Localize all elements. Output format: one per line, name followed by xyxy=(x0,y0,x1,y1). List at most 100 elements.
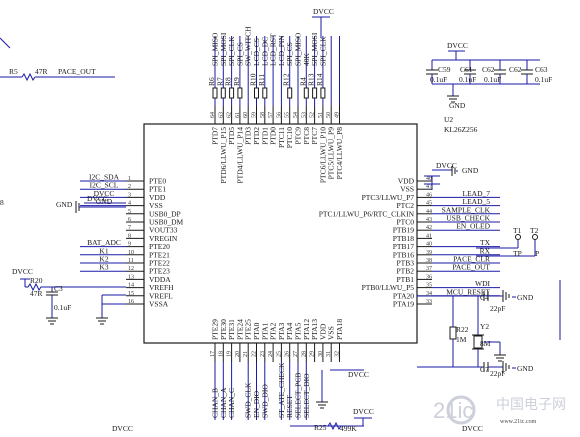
watermark: 21ic 中国电子网 www.21ic.com xyxy=(433,395,566,425)
r5-ref: R5 xyxy=(9,67,18,76)
right-pin-number: 48 xyxy=(426,176,432,182)
r5-net: PACE_OUT xyxy=(58,67,96,76)
c63-ref: C63 xyxy=(535,65,548,74)
left-pin-number: 4 xyxy=(128,201,131,207)
right-pin-number: 36 xyxy=(426,274,432,280)
top-pin-number: 62 xyxy=(227,112,233,118)
right-net-label: EN_OLED xyxy=(456,222,490,231)
left-pin-number: 9 xyxy=(128,242,131,248)
bottom-pin-number: 28 xyxy=(301,351,307,357)
c61-value: 0.1uF xyxy=(459,75,476,84)
left-pin-number: 2 xyxy=(128,184,131,190)
c62-dup-ref: C62 xyxy=(509,65,522,74)
c7-ref: C7 xyxy=(480,365,489,374)
left-pin-number: 11 xyxy=(128,258,134,264)
right-pin-name: PTA19 xyxy=(393,300,414,309)
top-net-label: SPI_CLK xyxy=(318,36,327,66)
r5-group: R5 47R PACE_OUT xyxy=(0,67,115,82)
c62-ref: C62 xyxy=(482,65,495,74)
bottom-pin-number: 29 xyxy=(310,351,316,357)
top-pin-number: 51 xyxy=(318,112,324,118)
left-pin-number: 12 xyxy=(128,266,134,272)
y2-value: 8M xyxy=(480,339,491,348)
edge-wire xyxy=(0,37,11,49)
mcu-body xyxy=(143,123,418,344)
bottom-pin-number: 26 xyxy=(285,351,291,357)
bottom-net-label: SELECT_DIO xyxy=(302,373,311,418)
r25-ref: R25 xyxy=(314,423,327,432)
left-pin-number: 1 xyxy=(128,176,131,182)
bottom-pin-number: 32 xyxy=(335,351,341,357)
right-pin-number: 42 xyxy=(426,225,432,231)
top-dvcc-label: DVCC xyxy=(313,7,334,16)
bottom-dvcc: DVCC xyxy=(348,370,369,379)
left-pin-number: 7 xyxy=(128,225,131,231)
right-pin-number: 43 xyxy=(426,217,432,223)
top-res-ref: R9 xyxy=(232,77,241,86)
right-pin-number: 45 xyxy=(426,201,432,207)
r5-value: 47R xyxy=(35,67,48,76)
bottom-right-dvcc: DVCC xyxy=(462,424,483,433)
right-pin-number: 40 xyxy=(426,242,432,248)
left-pin-number: 10 xyxy=(128,250,134,256)
right-pin-number: 33 xyxy=(426,299,432,305)
watermark-url: www.21ic.com xyxy=(500,419,537,425)
right-net-label: PACE_OUT xyxy=(452,263,490,272)
r20-value: 47R xyxy=(30,289,43,298)
right-dvcc: DVCC xyxy=(436,161,457,170)
right-pin-number: 39 xyxy=(426,250,432,256)
r22-value: 1M xyxy=(456,335,467,344)
right-gnd: GND xyxy=(462,166,479,175)
top-pin-number: 58 xyxy=(260,112,266,118)
left-pin-number: 14 xyxy=(128,283,134,289)
left-gnd: GND xyxy=(56,200,73,209)
top-pin-number: 50 xyxy=(326,112,332,118)
r22-ref: R22 xyxy=(456,325,469,334)
c62-value: 0.1uF xyxy=(484,75,501,84)
watermark-logo: 21ic xyxy=(433,398,473,423)
tp-p: P xyxy=(535,249,539,258)
top-pin-number: 63 xyxy=(218,112,224,118)
left-pin-name: VSSA xyxy=(149,300,169,309)
left-pin-number: 5 xyxy=(128,209,131,215)
top-res-ref: R14 xyxy=(315,73,324,86)
top-pin-number: 60 xyxy=(243,112,249,118)
top-pin-number: 49 xyxy=(335,112,341,118)
right-pin-number: 37 xyxy=(426,266,432,272)
chip-ref: U2 xyxy=(444,115,453,124)
top-pin-number: 61 xyxy=(235,112,241,118)
tp-t2: T2 xyxy=(530,226,539,235)
left-circuit: DVCC GND DVCC R20 47R C3 0.1uF xyxy=(12,194,126,325)
tp-tp: TP xyxy=(513,249,522,258)
tp-t1: T1 xyxy=(513,226,522,235)
top-pin-name: PTC4/LLWU_P8 xyxy=(335,127,344,180)
bottom-net-label: CHAN_C xyxy=(227,388,236,418)
c4-gnd: GND xyxy=(517,293,534,302)
c3-ref: C3 xyxy=(54,284,63,293)
cap-bank-gnd: GND xyxy=(449,101,466,110)
schematic-canvas: R5 47R PACE_OUT 8 U2 KL26Z256 1 PTE0I2C_S… xyxy=(0,7,566,433)
left-dvcc: DVCC xyxy=(87,194,108,203)
top-pin-number: 56 xyxy=(276,112,282,118)
top-pin-number: 52 xyxy=(310,112,316,118)
crystal-circuit: C4 22pF GND R22 1M Y2 8M C7 22pF GND xyxy=(417,280,561,378)
r25-value: 499K xyxy=(340,424,357,433)
top-pin-number: 54 xyxy=(293,112,299,118)
bottom-pin-number: 31 xyxy=(326,351,332,357)
cap-bank-dvcc: DVCC xyxy=(447,41,468,50)
watermark-cn: 中国电子网 xyxy=(496,396,566,412)
c63-value: 0.1uF xyxy=(535,75,552,84)
top-res-ref: R11 xyxy=(257,74,266,86)
right-pin-number: 46 xyxy=(426,192,432,198)
c59-value: 0.1uF xyxy=(430,75,447,84)
left-net-label: K3 xyxy=(99,263,108,272)
c4-ref: C4 xyxy=(480,293,489,302)
left-pin-number: 6 xyxy=(128,217,131,223)
bottom-pin-number: 30 xyxy=(318,351,324,357)
bottom-pin-number: 21 xyxy=(243,351,249,357)
left-pin-number: 3 xyxy=(128,192,131,198)
left-pin-number: 13 xyxy=(128,274,134,280)
right-pin-number: 41 xyxy=(426,233,432,239)
top-pin-number: 55 xyxy=(285,112,291,118)
r20-ref: R20 xyxy=(30,276,43,285)
